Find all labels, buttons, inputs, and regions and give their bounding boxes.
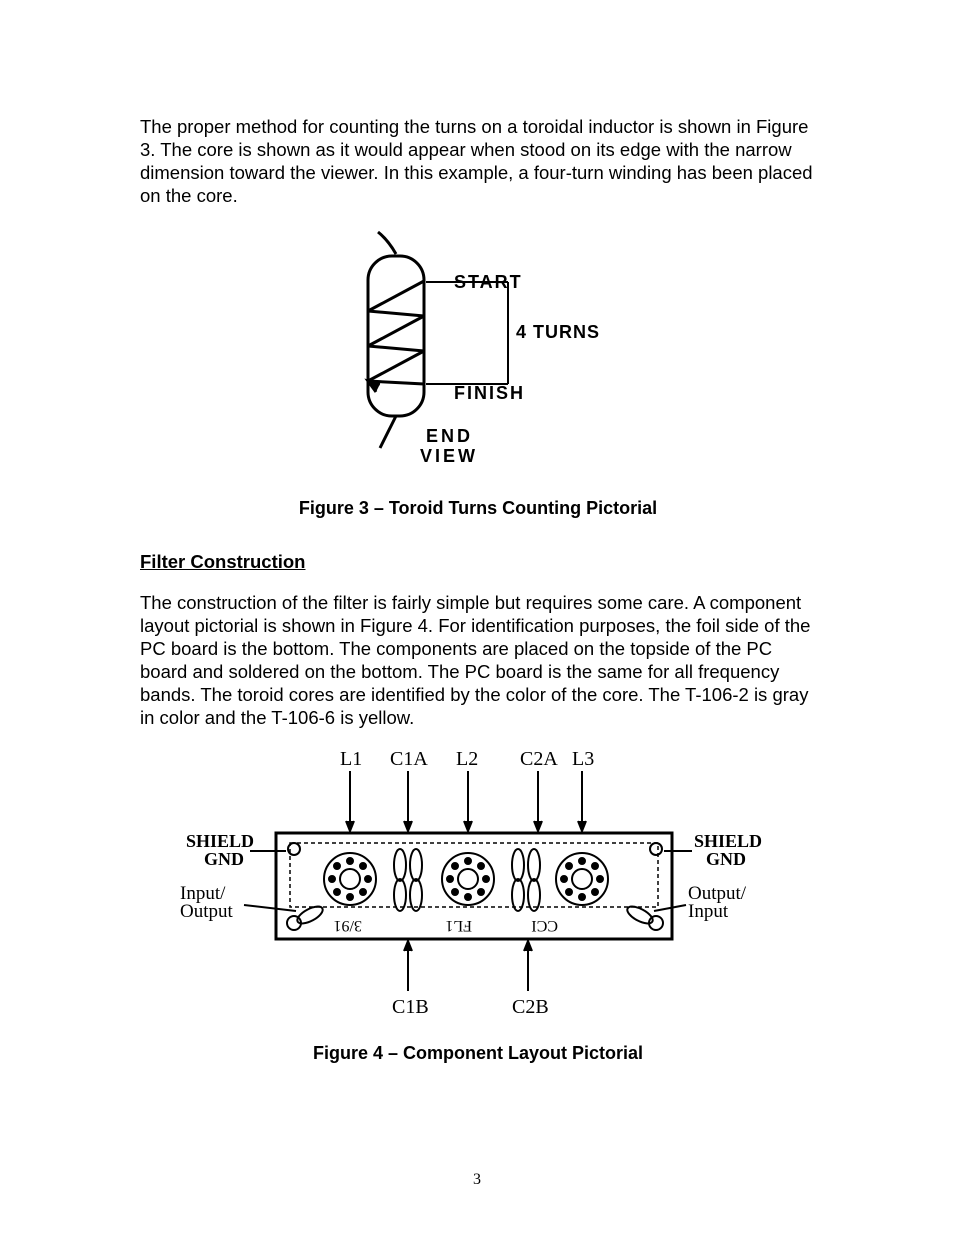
fig4-l1: L1 [340, 748, 362, 770]
fig4-c1a: C1A [390, 748, 428, 770]
figure-3-caption: Figure 3 – Toroid Turns Counting Pictori… [140, 498, 816, 519]
fig4-c2b: C2B [512, 996, 549, 1018]
fig3-end-label: END [426, 426, 473, 446]
intro-paragraph: The proper method for counting the turns… [140, 115, 816, 208]
figure-3-toroid: START 4 TURNS FINISH END VIEW [338, 226, 618, 486]
fig4-c2a: C2A [520, 748, 558, 770]
fig3-turns-label: 4 TURNS [516, 322, 600, 342]
document-page: The proper method for counting the turns… [0, 0, 954, 1235]
page-number: 3 [0, 1171, 954, 1189]
fig4-c1b: C1B [392, 996, 429, 1018]
fig4-gnd-left: GND [204, 849, 244, 869]
fig4-shield-right: SHIELD [694, 831, 762, 851]
figure-4-layout: L1 C1A L2 C2A L3 [158, 747, 798, 1037]
fig4-board-date: 3/91 [334, 917, 362, 934]
fig4-l3: L3 [572, 748, 594, 770]
figure-4-caption: Figure 4 – Component Layout Pictorial [140, 1043, 816, 1064]
construction-paragraph: The construction of the filter is fairly… [140, 591, 816, 730]
section-heading-filter-construction: Filter Construction [140, 551, 816, 573]
fig4-gnd-right: GND [706, 849, 746, 869]
fig3-view-label: VIEW [420, 446, 478, 466]
fig4-shield-left: SHIELD [186, 831, 254, 851]
fig4-input-right: Input [688, 901, 729, 922]
fig3-start-label: START [454, 272, 523, 292]
fig4-board-cci: CCI [531, 917, 558, 934]
fig4-l2: L2 [456, 748, 478, 770]
fig4-output-left: Output [180, 901, 234, 922]
fig3-finish-label: FINISH [454, 383, 525, 403]
fig4-board-fl1: FL1 [445, 917, 472, 934]
